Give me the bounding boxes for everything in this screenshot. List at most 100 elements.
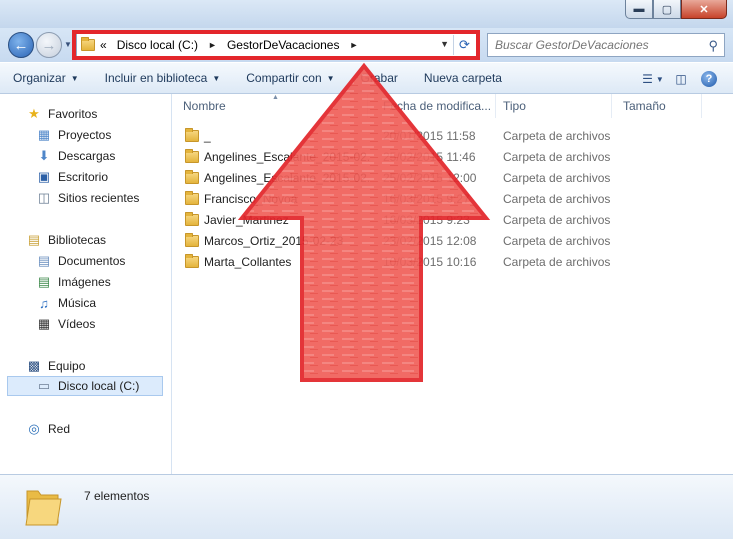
preview-pane-icon[interactable]: ◫ — [667, 68, 695, 90]
file-row[interactable]: Marta_Collantes 10/03/2015 10:16 Carpeta d… — [172, 251, 733, 272]
column-header-fecha[interactable]: Fecha de modifica... — [372, 94, 496, 118]
folder-icon — [185, 169, 199, 184]
help-icon-wrap: ? — [695, 68, 723, 90]
file-date: 10/03/2015 10:16 — [383, 254, 477, 269]
nav-documentos[interactable]: ▤ Documentos — [36, 251, 126, 271]
organizar-label: Organizar — [13, 71, 66, 85]
file-row[interactable]: Javier_Martinez 16/03/2015 9:23 Carpeta de… — [172, 209, 733, 230]
back-button[interactable]: ← — [8, 32, 34, 58]
breadcrumb-gestor[interactable]: GestorDeVacaciones — [227, 38, 340, 52]
search-input[interactable] — [493, 37, 693, 53]
libraries-icon: ▤ — [27, 232, 41, 247]
forward-button[interactable]: → — [36, 32, 62, 58]
file-date: 16/03/2015 9:23 — [383, 212, 470, 227]
incluir-biblioteca-button[interactable]: Incluir en biblioteca ▼ — [92, 66, 234, 90]
address-dropdown-icon[interactable]: ▼ — [440, 39, 449, 49]
maximize-button[interactable]: ▢ — [653, 0, 681, 19]
file-type: Carpeta de archivos — [503, 191, 611, 206]
chevron-down-icon: ▼ — [212, 73, 221, 83]
desktop-icon: ▣ — [37, 169, 51, 184]
file-name-cell: Angelines_Escalante_2015-02... — [185, 146, 370, 167]
file-row[interactable]: Marcos_Ortiz_2015-02-23 23/02/2015 12:08 C… — [172, 230, 733, 251]
nav-videos[interactable]: ▦ Vídeos — [36, 314, 96, 334]
file-name: Angelines_Escalante_2015-02... — [204, 149, 370, 164]
nav-musica[interactable]: ♫ Música — [36, 293, 96, 313]
file-row[interactable]: Francisco_Novoa 16/03/2015 9:27 Carpeta de… — [172, 188, 733, 209]
breadcrumb-separator-icon[interactable]: ► — [349, 40, 358, 50]
grabar-button[interactable]: Grabar — [348, 66, 411, 90]
sort-ascending-icon: ▲ — [272, 94, 279, 101]
nueva-carpeta-label: Nueva carpeta — [423, 71, 502, 85]
nav-label: Favoritos — [48, 107, 98, 121]
nav-proyectos[interactable]: ▦ Proyectos — [36, 125, 112, 145]
download-folder-icon: ⬇ — [38, 148, 50, 163]
star-icon: ★ — [28, 106, 40, 121]
window-controls: ▬ ▢ ✕ — [625, 0, 727, 19]
nav-label: Red — [48, 422, 71, 436]
file-type: Carpeta de archivos — [503, 128, 611, 143]
file-name-cell: Marcos_Ortiz_2015-02-23 — [185, 230, 370, 251]
organizar-button[interactable]: Organizar ▼ — [0, 66, 92, 90]
file-row[interactable]: Angelines_Escalante_2015-02... 25/02/2015… — [172, 167, 733, 188]
nav-label: Vídeos — [58, 317, 96, 331]
file-type: Carpeta de archivos — [503, 212, 611, 227]
nav-sitios-recientes[interactable]: ◫ Sitios recientes — [36, 188, 140, 208]
close-button[interactable]: ✕ — [681, 0, 727, 19]
grabar-label: Grabar — [360, 71, 398, 85]
breadcrumb-separator-icon[interactable]: ► — [208, 40, 217, 50]
search-box[interactable]: ⚲ — [487, 33, 725, 57]
file-type: Carpeta de archivos — [503, 149, 611, 164]
file-name: Marcos_Ortiz_2015-02-23 — [204, 233, 344, 248]
nav-label: Imágenes — [58, 275, 111, 289]
breadcrumb-overflow[interactable]: « — [100, 38, 107, 52]
pictures-icon: ▤ — [37, 274, 51, 289]
help-icon[interactable]: ? — [701, 71, 717, 87]
nav-label: Sitios recientes — [58, 191, 140, 205]
folder-icon — [185, 127, 199, 142]
nav-favoritos[interactable]: ★ Favoritos — [26, 104, 97, 124]
navigation-bar: ← → ▼ « Disco local (C:) ► GestorDeVacac… — [0, 28, 733, 62]
search-icon[interactable]: ⚲ — [708, 38, 718, 54]
column-header-tamano[interactable]: Tamaño — [612, 94, 702, 118]
nav-label: Escritorio — [58, 170, 109, 184]
nav-equipo[interactable]: ▩ Equipo — [26, 356, 86, 376]
recent-pages-dropdown-icon[interactable]: ▼ — [64, 40, 72, 49]
nav-bibliotecas[interactable]: ▤ Bibliotecas — [26, 230, 106, 250]
file-row[interactable]: Angelines_Escalante_2015-02... 25/02/2015… — [172, 146, 733, 167]
documents-icon: ▤ — [37, 253, 51, 268]
nav-label: Documentos — [58, 254, 126, 268]
item-count: 7 elementos — [84, 489, 150, 503]
nav-imagenes[interactable]: ▤ Imágenes — [36, 272, 111, 292]
file-row[interactable]: _ 20/01/2015 11:58 Carpeta de archivos — [172, 125, 733, 146]
folder-icon — [185, 211, 199, 226]
nav-label: Bibliotecas — [48, 233, 107, 247]
music-icon: ♫ — [39, 295, 49, 311]
file-list: Nombre ▲ Fecha de modifica... Tipo Tamañ… — [172, 94, 733, 474]
nav-escritorio[interactable]: ▣ Escritorio — [36, 167, 108, 187]
minimize-button[interactable]: ▬ — [625, 0, 653, 19]
large-folder-icon — [25, 490, 62, 526]
nav-label: Disco local (C:) — [58, 379, 140, 393]
folder-icon — [185, 148, 199, 163]
compartir-button[interactable]: Compartir con ▼ — [233, 66, 347, 90]
view-options-icon[interactable]: ☰ ▼ — [639, 68, 667, 90]
nav-disco-local[interactable]: ▭ Disco local (C:) — [7, 376, 163, 396]
incluir-label: Incluir en biblioteca — [104, 71, 208, 85]
refresh-icon[interactable]: ⟳ — [453, 35, 475, 55]
nav-descargas[interactable]: ⬇ Descargas — [36, 146, 116, 166]
nueva-carpeta-button[interactable]: Nueva carpeta — [411, 66, 515, 90]
computer-icon: ▩ — [27, 358, 41, 373]
file-name-cell: Angelines_Escalante_2015-02... — [185, 167, 370, 188]
file-name-cell: _ — [185, 125, 370, 146]
column-header-nombre[interactable]: Nombre — [172, 94, 368, 118]
compartir-label: Compartir con — [246, 71, 322, 85]
nav-label: Descargas — [58, 149, 116, 163]
column-header-tipo[interactable]: Tipo — [492, 94, 612, 118]
address-bar[interactable]: « Disco local (C:) ► GestorDeVacaciones … — [76, 33, 478, 57]
nav-red[interactable]: ◎ Red — [26, 419, 70, 439]
breadcrumb-disco-local[interactable]: Disco local (C:) — [117, 38, 198, 52]
title-bar: ▬ ▢ ✕ — [0, 0, 733, 28]
details-pane: 7 elementos — [0, 474, 733, 539]
nav-label: Equipo — [48, 359, 86, 373]
file-name-cell: Francisco_Novoa — [185, 188, 370, 209]
